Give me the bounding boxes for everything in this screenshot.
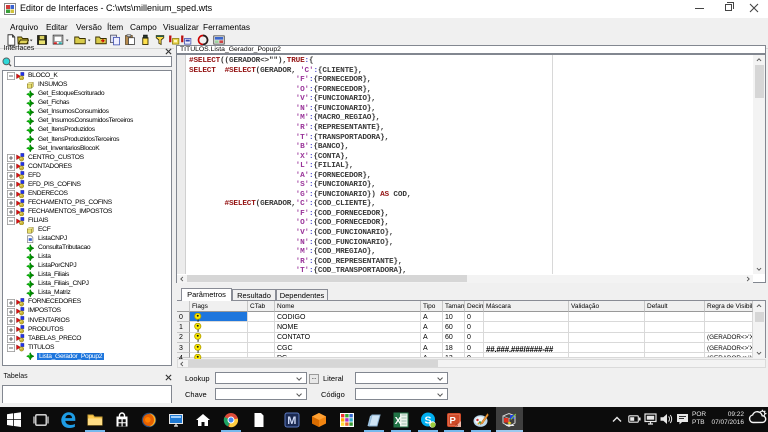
svg-text:X: X <box>394 416 401 427</box>
svg-text:s: s <box>455 422 458 427</box>
svg-text:M: M <box>287 415 296 427</box>
